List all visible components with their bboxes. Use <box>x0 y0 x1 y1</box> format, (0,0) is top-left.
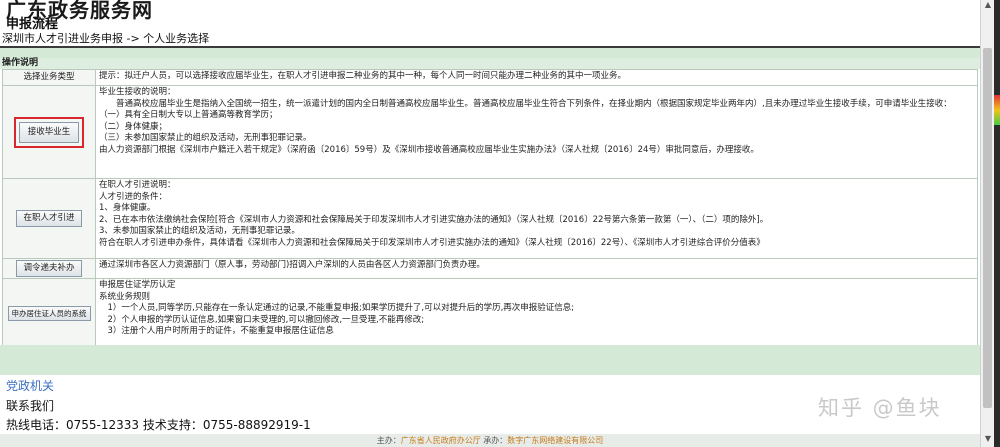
watermark: 知乎 @鱼块 <box>818 396 942 420</box>
host-label: 主办： <box>376 436 401 445</box>
table-row: 选择业务类型 提示：拟迁户人员，可以选择接收应届毕业生，在职人才引进申报二种业务… <box>2 69 978 86</box>
contact-us-link[interactable]: 联系我们 <box>6 397 54 414</box>
tip-text: 提示：拟迁户人员，可以选择接收应届毕业生，在职人才引进申报二种业务的其中一种，每… <box>95 69 978 86</box>
undertake-org-link[interactable]: 数字广东网络建设有限公司 <box>507 436 603 445</box>
talent-cell: 在职人才引进 <box>2 178 96 259</box>
party-government-link[interactable]: 党政机关 <box>6 377 54 394</box>
table-row: 申办居住证人员的系统 申报居住证学历认定 系统业务规则 1）一个人员,同等学历,… <box>2 278 978 345</box>
table-row: 在职人才引进 在职人才引进说明： 人才引进的条件： 1、身体健康。 2、已在本市… <box>2 178 978 259</box>
residence-description: 申报居住证学历认定 系统业务规则 1）一个人员,同等学历,只能存在一条认定通过的… <box>95 278 978 345</box>
host-org-link[interactable]: 广东省人民政府办公厅 <box>401 436 481 445</box>
receive-graduate-button[interactable]: 接收毕业生 <box>13 116 85 148</box>
scroll-up-icon[interactable]: ▲ <box>981 0 995 12</box>
transfer-cell: 调令递夫补办 <box>2 258 96 279</box>
residence-permit-button[interactable]: 申办居住证人员的系统 <box>7 306 91 321</box>
hotline-text: 热线电话：0755-12333 技术支持：0755-88892919-1 <box>6 418 311 432</box>
vertical-scrollbar[interactable]: ▲ ▼ <box>980 0 995 447</box>
breadcrumb: 深圳市人才引进业务申报 -> 个人业务选择 <box>0 30 982 45</box>
scroll-down-icon[interactable]: ▼ <box>981 434 995 446</box>
graduate-description: 毕业生接收的说明： 普通高校应届毕业生是指纳入全国统一招生，统一派遣计划的国内全… <box>95 85 978 179</box>
business-table: 选择业务类型 提示：拟迁户人员，可以选择接收应届毕业生，在职人才引进申报二种业务… <box>2 69 978 345</box>
talent-introduction-button[interactable]: 在职人才引进 <box>16 210 82 227</box>
table-row: 接收毕业生 毕业生接收的说明： 普通高校应届毕业生是指纳入全国统一招生，统一派遣… <box>2 85 978 179</box>
transfer-reissue-button[interactable]: 调令递夫补办 <box>16 260 82 277</box>
green-band-bottom <box>0 345 980 375</box>
side-strip <box>994 0 1000 447</box>
footer-bar: 主办：广东省人民政府办公厅 承办：数字广东网络建设有限公司 <box>0 434 980 447</box>
side-meter-icon <box>994 95 1000 125</box>
residence-cell: 申办居住证人员的系统 <box>2 278 96 345</box>
undertake-label: 承办： <box>480 436 508 445</box>
section-title: 操作说明 <box>0 58 982 69</box>
scroll-thumb[interactable] <box>983 48 992 408</box>
transfer-description: 通过深圳市各区人力资源部门（原人事，劳动部门)招调入户深圳的人员由各区人力资源部… <box>95 258 978 279</box>
graduate-cell: 接收毕业生 <box>2 85 96 179</box>
talent-description: 在职人才引进说明： 人才引进的条件： 1、身体健康。 2、已在本市依法缴纳社会保… <box>95 178 978 259</box>
green-band-top <box>0 48 980 58</box>
table-row: 调令递夫补办 通过深圳市各区人力资源部门（原人事，劳动部门)招调入户深圳的人员由… <box>2 258 978 279</box>
business-type-label: 选择业务类型 <box>2 69 96 86</box>
